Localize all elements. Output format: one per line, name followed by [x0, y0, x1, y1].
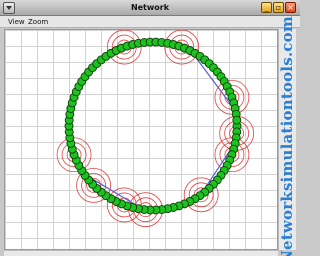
menu-view[interactable]: View	[6, 16, 27, 28]
horizontal-scrollbar[interactable]	[4, 250, 278, 256]
network-canvas[interactable]	[4, 29, 278, 250]
close-button[interactable]: ×	[285, 2, 296, 13]
menu-zoom[interactable]: Zoom	[26, 16, 50, 28]
network-topology	[56, 30, 255, 228]
network-node	[232, 115, 242, 125]
minimize-button[interactable]: _	[261, 2, 272, 13]
title-bar: Network _ ▫ ×	[0, 0, 300, 16]
window-title: Network	[130, 3, 170, 12]
maximize-button[interactable]: ▫	[273, 2, 284, 13]
menu-bar: View Zoom	[0, 16, 300, 28]
watermark-text: Networksimulationtools.com	[278, 16, 296, 256]
